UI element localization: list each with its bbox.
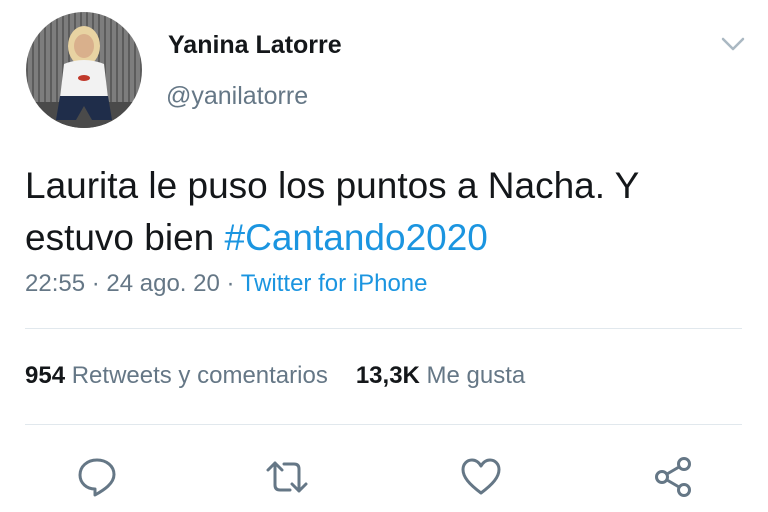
tweet-text: Laurita le puso los puntos a Nacha. Y es… bbox=[25, 160, 745, 264]
display-name[interactable]: Yanina Latorre bbox=[168, 31, 342, 60]
retweet-button[interactable] bbox=[262, 452, 312, 502]
meta-separator: · bbox=[85, 270, 107, 297]
meta-separator: · bbox=[219, 270, 241, 297]
divider bbox=[25, 424, 742, 425]
share-nodes-icon bbox=[655, 457, 691, 497]
retweet-arrows-icon bbox=[266, 461, 308, 493]
likes-count: 13,3K bbox=[355, 362, 420, 389]
avatar[interactable] bbox=[26, 12, 142, 128]
likes-label: Me gusta bbox=[426, 362, 526, 389]
avatar-photo bbox=[26, 12, 142, 128]
tweet-date[interactable]: 24 ago. 20 bbox=[106, 270, 219, 297]
likes-stat[interactable]: 13,3K Me gusta bbox=[356, 362, 525, 389]
tweet-time[interactable]: 22:55 bbox=[25, 270, 85, 297]
hashtag-link[interactable]: #Cantando2020 bbox=[225, 217, 488, 258]
reply-button[interactable] bbox=[72, 452, 122, 502]
tweet-stats: 954 Retweets y comentarios 13,3K Me gusta bbox=[25, 362, 525, 390]
like-button[interactable] bbox=[456, 452, 506, 502]
speech-bubble-icon bbox=[78, 458, 116, 497]
retweets-label: Retweets y comentarios bbox=[71, 362, 328, 389]
retweets-stat[interactable]: 954 Retweets y comentarios bbox=[25, 362, 328, 389]
share-button[interactable] bbox=[648, 452, 698, 502]
retweets-count: 954 bbox=[25, 362, 66, 389]
tweet-source[interactable]: Twitter for iPhone bbox=[241, 270, 428, 297]
user-handle[interactable]: @yanilatorre bbox=[166, 82, 308, 111]
chevron-down-icon[interactable] bbox=[718, 32, 748, 56]
tweet-meta: 22:55 · 24 ago. 20 · Twitter for iPhone bbox=[25, 270, 427, 298]
divider bbox=[25, 328, 742, 329]
heart-icon bbox=[461, 458, 501, 495]
